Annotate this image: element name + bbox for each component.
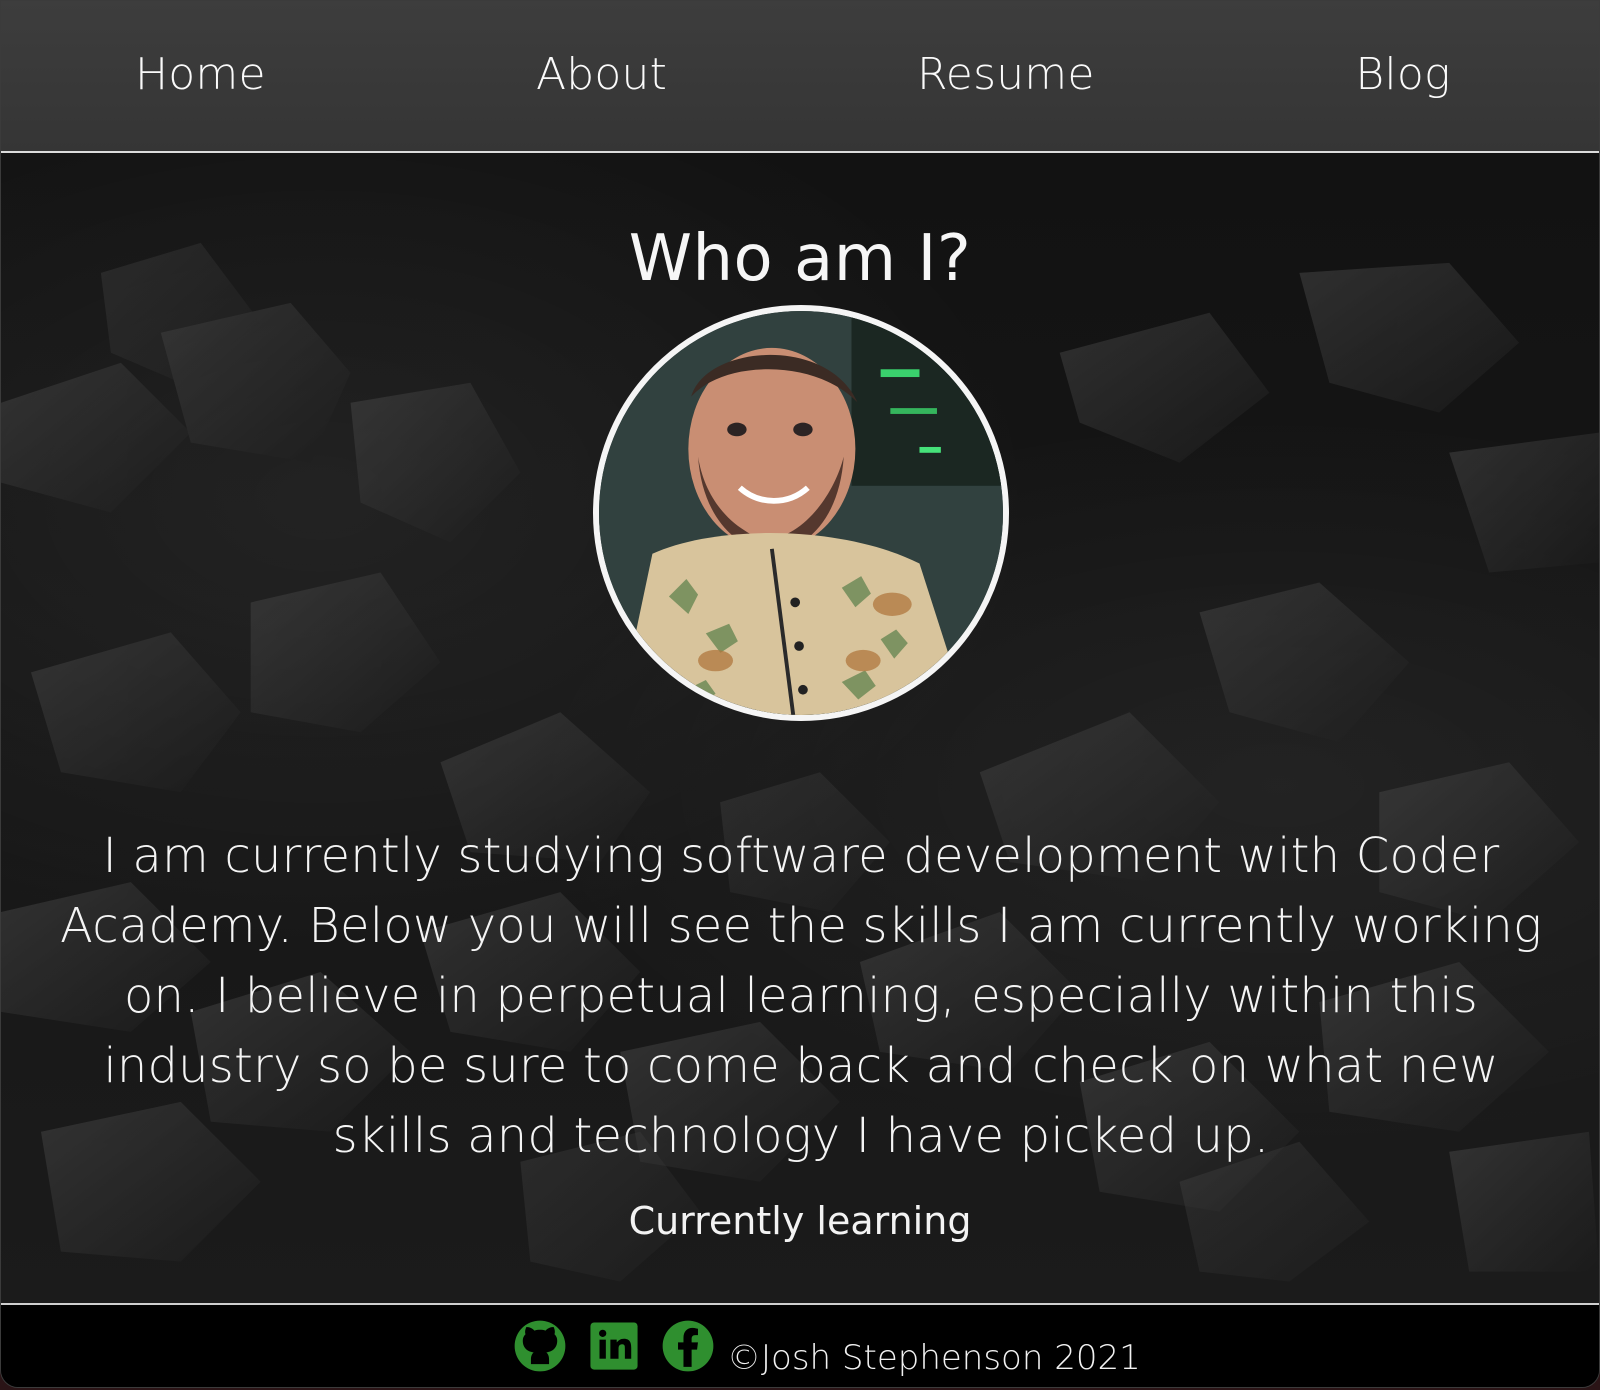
- top-navigation: Home About Resume Blog: [1, 1, 1599, 153]
- github-icon[interactable]: [511, 1317, 569, 1375]
- copyright-text: ©Josh Stephenson 2021: [727, 1338, 1141, 1378]
- browser-window: Home About Resume Blog Who am I? I am cu…: [0, 0, 1600, 1388]
- footer: ©Josh Stephenson 2021: [1, 1303, 1599, 1387]
- nav-blog[interactable]: Blog: [1353, 49, 1453, 100]
- about-hero: Who am I? I am currently studying softwa…: [1, 153, 1599, 1303]
- social-links: [511, 1317, 717, 1375]
- bio-text: I am currently studying software develop…: [60, 828, 1542, 1164]
- profile-photo: [593, 305, 1009, 721]
- linkedin-icon[interactable]: [585, 1317, 643, 1375]
- nav-about[interactable]: About: [536, 49, 667, 100]
- currently-learning-heading: Currently learning: [628, 1199, 972, 1243]
- facebook-icon[interactable]: [659, 1317, 717, 1375]
- nav-resume[interactable]: Resume: [917, 49, 1094, 100]
- page-title: Who am I?: [628, 221, 972, 296]
- profile-avatar-image: [599, 311, 1003, 715]
- nav-home[interactable]: Home: [135, 49, 266, 100]
